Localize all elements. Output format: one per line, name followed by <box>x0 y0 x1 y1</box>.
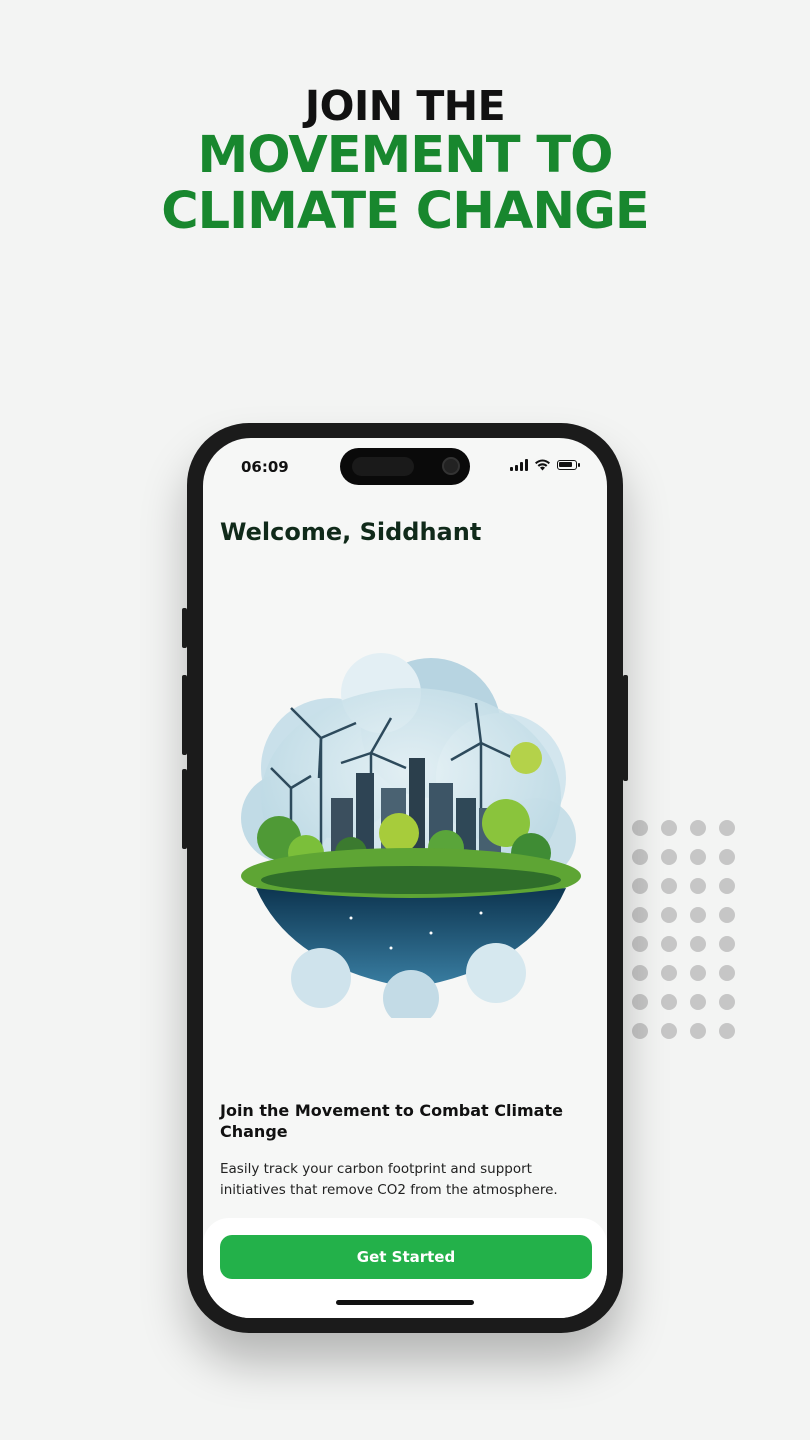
decorative-dot <box>719 994 735 1010</box>
status-icons <box>510 459 580 471</box>
decorative-dot <box>632 878 648 894</box>
decorative-dot <box>690 907 706 923</box>
decorative-dot <box>719 936 735 952</box>
phone-mute-switch <box>182 608 187 648</box>
decorative-dot <box>719 907 735 923</box>
signal-icon <box>510 459 528 471</box>
decorative-dot <box>632 1023 648 1039</box>
wifi-icon <box>535 459 550 471</box>
decorative-dot <box>632 936 648 952</box>
decorative-dot <box>632 907 648 923</box>
decorative-dot <box>690 849 706 865</box>
camera-icon <box>442 457 460 475</box>
decorative-dot <box>719 878 735 894</box>
battery-icon <box>557 460 580 470</box>
decorative-dot <box>690 994 706 1010</box>
phone-volume-up-button <box>182 675 187 755</box>
home-indicator[interactable] <box>336 1300 474 1305</box>
decorative-dot <box>661 1023 677 1039</box>
promo-headline: JOIN THE MOVEMENT TO CLIMATE CHANGE <box>0 84 810 240</box>
decorative-dot <box>632 965 648 981</box>
phone-mockup: 06:09 Welcome, Siddhant Join the Movemen… <box>182 423 628 1333</box>
phone-volume-down-button <box>182 769 187 849</box>
decorative-dot <box>632 849 648 865</box>
dynamic-island <box>340 448 470 485</box>
decorative-dot <box>690 1023 706 1039</box>
decorative-dot <box>661 994 677 1010</box>
decorative-dot <box>632 820 648 836</box>
onboarding-title: Join the Movement to Combat Climate Chan… <box>220 1101 563 1141</box>
decorative-dot <box>690 936 706 952</box>
decorative-dot <box>719 965 735 981</box>
phone-screen: 06:09 Welcome, Siddhant Join the Movemen… <box>203 438 607 1318</box>
decorative-dot <box>690 878 706 894</box>
status-time: 06:09 <box>241 458 289 476</box>
decorative-dot <box>690 820 706 836</box>
decorative-dot <box>719 1023 735 1039</box>
decorative-dot <box>690 965 706 981</box>
headline-line-3: CLIMATE CHANGE <box>161 182 650 241</box>
decorative-dot <box>661 820 677 836</box>
decorative-dot <box>719 849 735 865</box>
eco-city-illustration <box>241 653 581 1018</box>
onboarding-description: Easily track your carbon footprint and s… <box>220 1161 558 1198</box>
decorative-dot <box>661 936 677 952</box>
headline-line-2: MOVEMENT TO <box>197 126 613 185</box>
headline-line-1: JOIN THE <box>304 82 506 130</box>
decorative-dot <box>661 878 677 894</box>
decorative-dot <box>661 965 677 981</box>
decorative-dot-grid <box>632 820 735 1039</box>
decorative-dot <box>719 820 735 836</box>
decorative-dot <box>661 849 677 865</box>
phone-power-button <box>623 675 628 781</box>
decorative-dot <box>632 994 648 1010</box>
welcome-heading: Welcome, Siddhant <box>220 518 482 546</box>
island-sensor <box>352 457 414 476</box>
decorative-dot <box>661 907 677 923</box>
get-started-button[interactable]: Get Started <box>220 1235 592 1279</box>
